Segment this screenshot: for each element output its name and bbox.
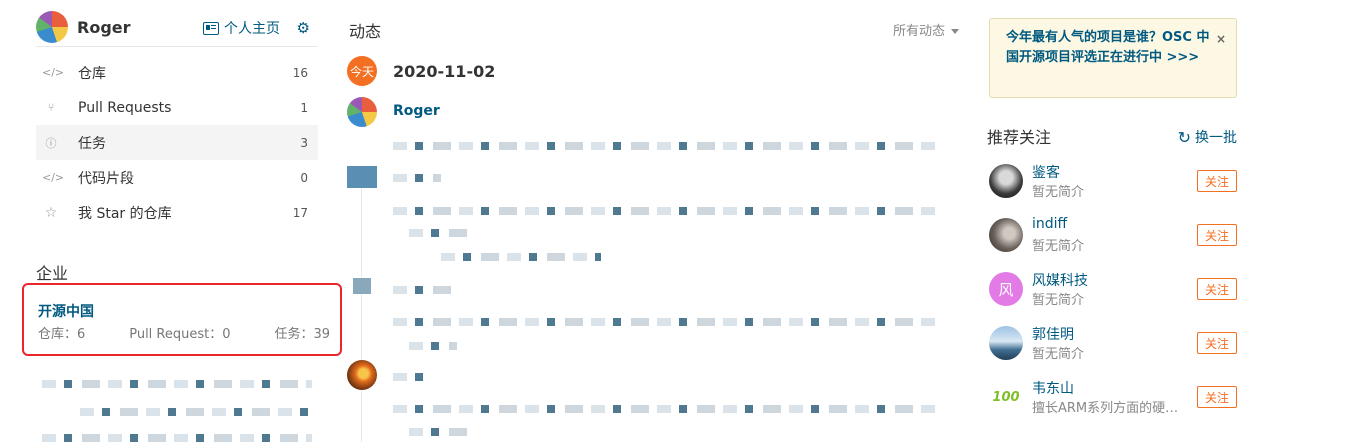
blurred-content — [441, 253, 601, 261]
follow-button[interactable]: 关注 — [1197, 278, 1237, 300]
blurred-content — [42, 380, 312, 388]
repo-icon: </> — [42, 66, 65, 79]
blurred-content — [393, 207, 938, 215]
feed-filter-label: 所有动态 — [892, 24, 945, 39]
blurred-content — [393, 286, 457, 294]
recommend-user-desc: 擅长ARM系列方面的硬件开发 — [1032, 401, 1188, 416]
gear-icon[interactable]: ⚙ — [297, 19, 310, 37]
list-item: 郭佳明 暂无简介 关注 — [989, 322, 1237, 376]
list-item: 鉴客 暂无简介 关注 — [989, 160, 1237, 214]
sidebar-item-repos[interactable]: </> 仓库 16 — [36, 55, 318, 90]
feed-date: 2020-11-02 — [393, 62, 496, 81]
feed-user-avatar[interactable] — [347, 360, 377, 390]
right-sidebar: 今年最有人气的项目是谁？OSC 中国开源项目评选正在进行中 >>> × 推荐关注… — [987, 0, 1237, 442]
avatar[interactable] — [989, 164, 1023, 198]
sidebar-item-label: 代码片段 — [78, 170, 134, 187]
avatar[interactable] — [989, 218, 1023, 252]
feed-title: 动态 — [349, 22, 382, 41]
today-badge: 今天 — [347, 56, 377, 86]
sidebar-nav: </> 仓库 16 ⑂ Pull Requests 1 ⓘ 任务 3 </> 代… — [36, 55, 318, 230]
list-item: indiff 暂无简介 关注 — [989, 214, 1237, 268]
blurred-content — [393, 405, 938, 413]
activity-feed: 动态 所有动态 今天 2020-11-02 Roger — [347, 0, 959, 442]
avatar[interactable] — [989, 326, 1023, 360]
notice-text[interactable]: 今年最有人气的项目是谁？OSC 中国开源项目评选正在进行中 >>> — [1006, 30, 1209, 65]
enterprise-title: 企业 — [36, 264, 69, 283]
list-item: 100 韦东山 擅长ARM系列方面的硬件开发 关注 — [989, 376, 1237, 430]
issue-icon: ⓘ — [45, 136, 57, 150]
feed-user-avatar[interactable] — [347, 97, 377, 127]
sidebar-item-label: 我 Star 的仓库 — [78, 205, 172, 222]
sidebar-item-starred[interactable]: ☆ 我 Star 的仓库 17 — [36, 195, 318, 230]
close-icon[interactable]: × — [1216, 29, 1226, 49]
sidebar-item-label: 仓库 — [78, 65, 106, 82]
recommend-user-desc: 暂无简介 — [1032, 239, 1085, 254]
sidebar-item-label: Pull Requests — [78, 99, 172, 116]
enterprise-stats: 仓库：6 Pull Request：0 任务：39 — [38, 323, 330, 342]
blurred-avatar — [347, 166, 377, 188]
blurred-content — [42, 434, 312, 442]
blurred-content — [393, 174, 441, 182]
recommend-title: 推荐关注 — [987, 128, 1052, 147]
sidebar-item-issues[interactable]: ⓘ 任务 3 — [36, 125, 318, 160]
homepage-label: 个人主页 — [224, 21, 280, 37]
enterprise-card[interactable]: 开源中国 仓库：6 Pull Request：0 任务：39 — [22, 283, 342, 356]
follow-button[interactable]: 关注 — [1197, 386, 1237, 408]
star-icon: ☆ — [44, 204, 58, 221]
blurred-content — [409, 229, 469, 237]
sidebar-item-count: 0 — [300, 170, 308, 185]
blurred-avatar — [353, 278, 371, 294]
avatar[interactable]: 风 — [989, 272, 1023, 306]
sidebar-item-pull-requests[interactable]: ⑂ Pull Requests 1 — [36, 90, 318, 125]
user-avatar[interactable] — [36, 11, 68, 43]
sidebar-item-count: 1 — [300, 100, 308, 115]
user-name[interactable]: Roger — [77, 18, 131, 37]
recommend-user-name[interactable]: 鉴客 — [1032, 162, 1060, 182]
notice-banner[interactable]: 今年最有人气的项目是谁？OSC 中国开源项目评选正在进行中 >>> × — [989, 18, 1237, 98]
blurred-content — [409, 428, 469, 436]
blurred-content — [393, 142, 938, 150]
enterprise-name[interactable]: 开源中国 — [38, 301, 94, 321]
blurred-content — [80, 408, 310, 416]
divider — [36, 46, 318, 47]
timeline-line — [361, 186, 362, 442]
follow-button[interactable]: 关注 — [1197, 224, 1237, 246]
caret-down-icon — [951, 29, 959, 34]
recommend-user-name[interactable]: 郭佳明 — [1032, 324, 1074, 344]
code-snippet-icon: </> — [42, 171, 65, 184]
recommend-user-desc: 暂无简介 — [1032, 347, 1085, 362]
recommend-user-desc: 暂无简介 — [1032, 185, 1085, 200]
recommend-user-name[interactable]: 韦东山 — [1032, 378, 1074, 398]
sidebar-item-count: 17 — [292, 205, 308, 220]
sidebar-item-count: 3 — [300, 135, 308, 150]
sidebar-item-snippets[interactable]: </> 代码片段 0 — [36, 160, 318, 195]
enterprise-repos[interactable]: 仓库：6 — [38, 323, 85, 342]
sidebar-item-label: 任务 — [78, 135, 106, 152]
profile-card-icon — [203, 21, 219, 35]
recommend-user-name[interactable]: indiff — [1032, 216, 1067, 232]
feed-user-name[interactable]: Roger — [393, 103, 440, 119]
recommend-user-name[interactable]: 风媒科技 — [1032, 270, 1088, 290]
pull-request-icon: ⑂ — [47, 101, 55, 114]
enterprise-pull-requests[interactable]: Pull Request：0 — [129, 323, 230, 342]
feed-filter-dropdown[interactable]: 所有动态 — [893, 20, 959, 39]
refresh-label: 换一批 — [1195, 130, 1237, 146]
follow-button[interactable]: 关注 — [1197, 332, 1237, 354]
blurred-content — [393, 373, 433, 381]
sidebar-item-count: 16 — [292, 65, 308, 80]
follow-button[interactable]: 关注 — [1197, 170, 1237, 192]
recommend-list: 鉴客 暂无简介 关注 indiff 暂无简介 关注 风 风媒科技 暂无简介 关注… — [989, 160, 1237, 430]
enterprise-tasks[interactable]: 任务：39 — [274, 323, 330, 342]
recommend-user-desc: 暂无简介 — [1032, 293, 1085, 308]
avatar[interactable]: 100 — [989, 380, 1023, 414]
list-item: 风 风媒科技 暂无简介 关注 — [989, 268, 1237, 322]
user-header: Roger 个人主页 ⚙ — [36, 10, 318, 44]
blurred-content — [393, 318, 938, 326]
left-sidebar: Roger 个人主页 ⚙ </> 仓库 16 ⑂ Pull Requests 1… — [22, 0, 342, 442]
blurred-content — [409, 342, 457, 350]
homepage-link[interactable]: 个人主页 — [203, 18, 280, 38]
refresh-button[interactable]: ↻ 换一批 — [1178, 127, 1237, 147]
refresh-icon: ↻ — [1177, 127, 1191, 147]
